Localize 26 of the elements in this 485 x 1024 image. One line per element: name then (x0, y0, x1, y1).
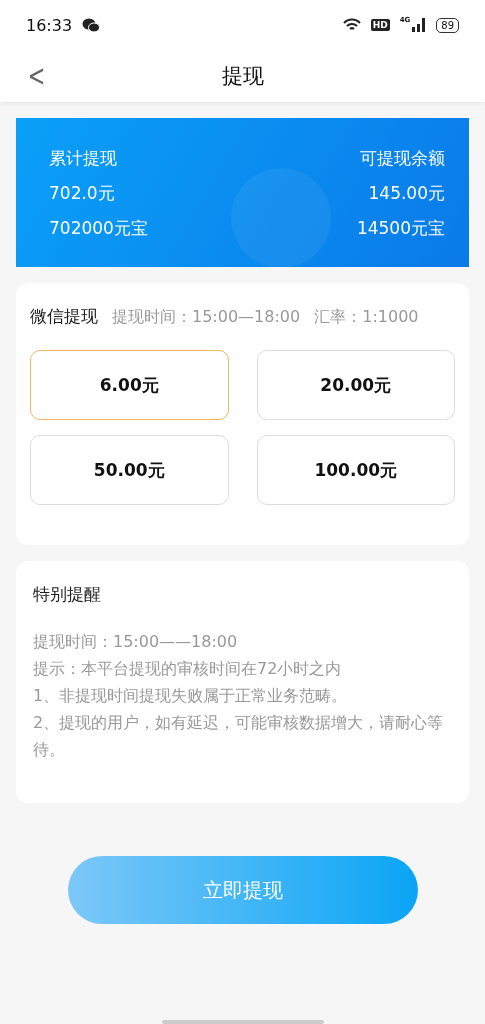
status-time: 16:33 (26, 15, 73, 35)
notice-text: 1、非提现时间提现失败属于正常业务范畴。 (33, 685, 349, 707)
hd-badge: HD (370, 19, 390, 31)
exchange-rate: 汇率：1:1000 (314, 307, 419, 328)
summary-text: 累计提现 (49, 147, 117, 170)
summary-text: 可提现余额 (360, 147, 445, 170)
amount-option[interactable]: 20.00元 (256, 350, 455, 420)
summary-text: 702.0元 (49, 182, 115, 205)
notice-text: 提现时间：15:00——18:00 (33, 631, 239, 653)
section-title: 微信提现 (30, 305, 98, 328)
chat-icon (82, 17, 101, 33)
notice-text: 2、提现的用户，如有延迟，可能审核数据增大，请耐心等待。 (33, 712, 445, 761)
amount-option[interactable]: 6.00元 (30, 350, 229, 420)
notice-title: 特别提醒 (33, 584, 101, 604)
wifi-icon (342, 18, 361, 32)
signal-icon (412, 18, 427, 32)
withdraw-time: 提现时间：15:00—18:00 (112, 307, 301, 328)
notice-text: 提示：本平台提现的审核时间在72小时之内 (33, 658, 343, 680)
amount-option[interactable]: 100.00元 (256, 435, 455, 505)
summary-text: 14500元宝 (356, 217, 445, 240)
amount-option[interactable]: 50.00元 (30, 435, 229, 505)
summary-text: 145.00元 (368, 182, 445, 205)
battery-indicator: 89 (436, 17, 459, 33)
summary-text: 702000元宝 (49, 217, 148, 240)
page-title: 提现 (221, 63, 264, 90)
back-button[interactable]: < (23, 58, 50, 93)
